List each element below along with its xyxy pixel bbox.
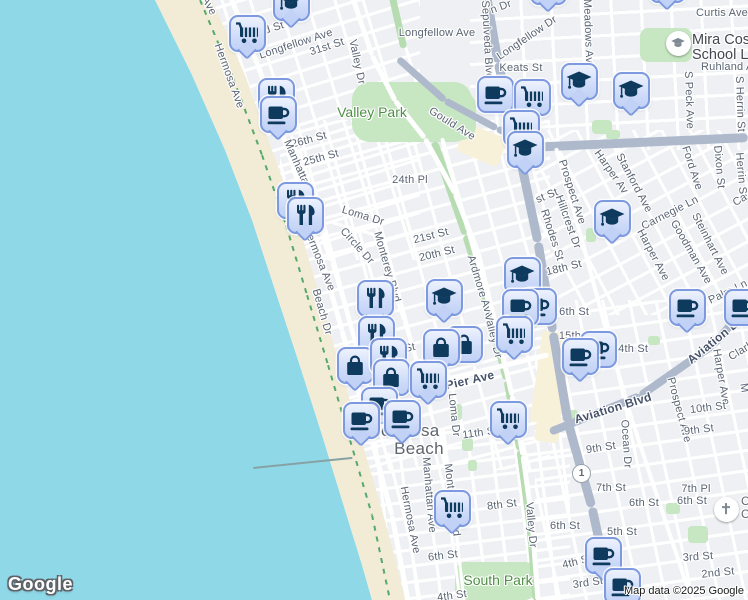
map-attribution: Map data ©2025 Google (623, 585, 744, 597)
coffee-marker[interactable] (723, 288, 748, 326)
coffee-marker[interactable] (561, 337, 599, 383)
shopping-cart-marker[interactable] (489, 400, 527, 446)
school-marker[interactable] (529, 0, 567, 13)
shopping-cart-marker[interactable] (495, 315, 533, 361)
marker-tail (657, 0, 677, 11)
map-canvas[interactable]: Ave Hermosa Ave d St Longfellow Ave 31st St L… (0, 0, 748, 600)
coffee-marker[interactable] (383, 399, 421, 445)
school-marker[interactable] (648, 0, 686, 11)
coffee-marker[interactable] (668, 288, 706, 334)
shopping-cart-marker[interactable] (433, 489, 471, 535)
shopping-cart-marker[interactable] (228, 14, 266, 60)
school-marker[interactable] (272, 0, 310, 29)
google-logo[interactable]: Google (8, 574, 73, 595)
coffee-marker[interactable] (342, 401, 380, 447)
school-marker[interactable] (560, 62, 598, 108)
shopping-bag-marker[interactable] (336, 346, 374, 392)
shopping-bag-marker[interactable] (422, 328, 460, 374)
coffee-marker[interactable] (259, 95, 297, 141)
school-marker[interactable] (425, 278, 463, 324)
school-marker[interactable] (612, 71, 650, 117)
poi-markers (0, 0, 748, 600)
marker-tail (538, 0, 558, 13)
restaurant-marker[interactable] (356, 279, 394, 325)
coffee-marker[interactable] (476, 75, 514, 113)
school-marker[interactable] (506, 130, 544, 176)
school-marker[interactable] (593, 199, 631, 245)
restaurant-marker[interactable] (286, 196, 324, 242)
shopping-cart-marker[interactable] (409, 360, 447, 406)
